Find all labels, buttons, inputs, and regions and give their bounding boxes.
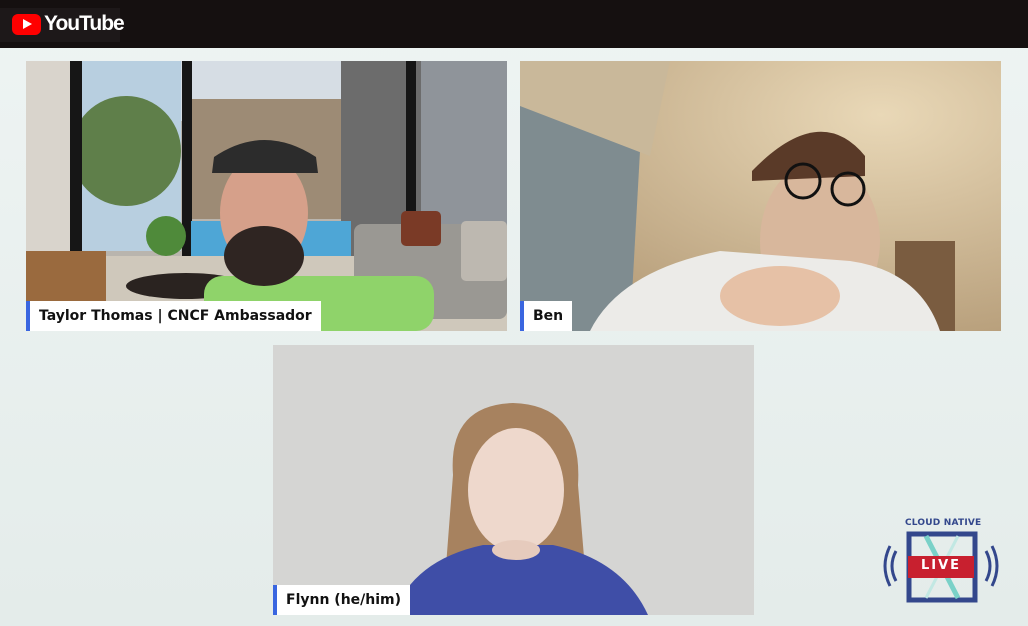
video-tile-taylor[interactable]: Taylor Thomas | CNCF Ambassador [26,61,507,331]
video-tile-ben[interactable]: Ben [520,61,1001,331]
youtube-play-icon [12,14,41,35]
participant-name-tag: Flynn (he/him) [273,585,411,615]
video-feed-flynn [273,345,754,615]
participant-name-tag: Taylor Thomas | CNCF Ambassador [26,301,321,331]
youtube-brand-text: YouTube [44,12,125,35]
participant-name: Taylor Thomas | CNCF Ambassador [39,308,312,324]
youtube-logo[interactable]: YouTube [0,8,125,42]
video-feed-ben [520,61,1001,331]
video-tile-flynn[interactable]: Flynn (he/him) [273,345,754,615]
video-feed-taylor [26,61,507,331]
top-bar: YouTube [0,0,1028,48]
cloud-native-live-badge: CLOUD NATIVE LIVE [880,518,1002,604]
participant-name: Flynn (he/him) [286,592,402,608]
live-label: LIVE [920,558,962,573]
participant-name-tag: Ben [520,301,573,331]
participant-name: Ben [533,308,564,324]
